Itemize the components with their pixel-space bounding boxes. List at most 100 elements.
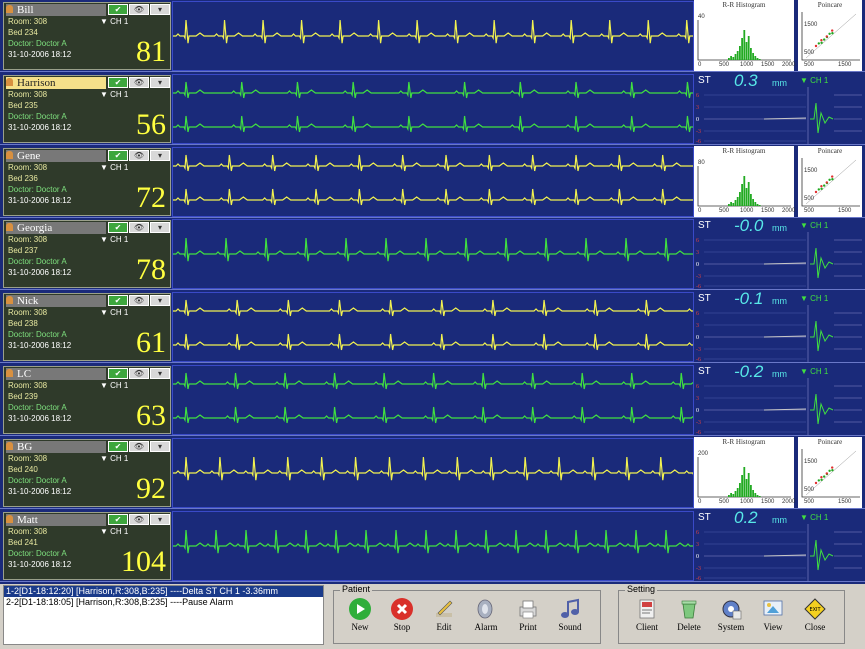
alarm-item[interactable]: 2-2[D1-18:18:05] [Harrison,R:308,B:235] …: [4, 597, 323, 608]
channel-selector[interactable]: ▼ CH 1: [100, 90, 128, 99]
histogram-bar: [732, 202, 735, 206]
monitor-toggle-button[interactable]: ✔: [108, 222, 128, 234]
alarm-button[interactable]: Alarm: [466, 597, 506, 632]
dropdown-button[interactable]: ▾: [150, 4, 170, 15]
st-scale-tick: -6: [696, 284, 701, 289]
patient-name[interactable]: Georgia: [6, 222, 106, 235]
monitor-toggle-button[interactable]: ✔: [108, 513, 128, 525]
alarm-list[interactable]: 1-2[D1-18:12:20] [Harrison,R:308,B:235] …: [3, 585, 324, 645]
patient-bed: Bed 234: [8, 28, 38, 37]
patient-info-panel[interactable]: LC ✔ 👁 ▾ ▼ CH 1 Room: 308 Bed 239 Doctor: Docto…: [3, 366, 171, 434]
patient-bed: Bed 241: [8, 537, 38, 547]
eye-icon[interactable]: 👁: [129, 149, 149, 161]
eye-icon[interactable]: 👁: [129, 222, 149, 234]
close-button[interactable]: EXIT Close: [795, 597, 835, 632]
patient-buttons: ✔ 👁 ▾: [108, 4, 170, 15]
poincare-x-tick: 500: [804, 62, 815, 68]
eye-icon[interactable]: 👁: [129, 368, 149, 379]
patient-info-panel[interactable]: Nick ✔ 👁 ▾ ▼ CH 1 Room: 308 Bed 238 Doctor: Doc…: [3, 293, 171, 362]
patient-row: BG ✔ 👁 ▾ ▼ CH 1 Room: 308 Bed 240 Doctor: Docto…: [0, 436, 865, 509]
patient-doctor: Doctor: Doctor A: [8, 111, 67, 121]
channel-selector[interactable]: ▼ CH 1: [100, 381, 128, 390]
channel-label: CH 1: [110, 17, 129, 26]
patient-datetime: 31-10-2006 18:12: [8, 195, 72, 205]
eye-icon[interactable]: 👁: [129, 295, 149, 307]
patient-info-panel[interactable]: Harrison ✔ 👁 ▾ ▼ CH 1 Room: 308 Bed 235 Doctor:…: [3, 74, 171, 143]
system-button[interactable]: System: [711, 597, 751, 632]
view-button[interactable]: View: [753, 597, 793, 632]
poincare-point: [820, 184, 823, 187]
ecg-waveform: [172, 510, 716, 581]
eye-icon[interactable]: 👁: [129, 76, 149, 88]
poincare-plot: Poincare 1500 500 500 1500: [798, 436, 862, 508]
ecg-trace: [173, 372, 702, 424]
patient-info-panel[interactable]: Georgia ✔ 👁 ▾ ▼ CH 1 Room: 308 Bed 237 Doctor: …: [3, 220, 171, 289]
patient-name[interactable]: LC: [6, 368, 106, 380]
client-button[interactable]: Client: [627, 597, 667, 632]
patient-name[interactable]: Gene: [6, 149, 106, 162]
poincare-point: [831, 466, 834, 469]
edit-button[interactable]: Edit: [424, 597, 464, 632]
monitor-toggle-button[interactable]: ✔: [108, 4, 128, 15]
eye-icon[interactable]: 👁: [129, 440, 149, 452]
st-scale-tick: 0: [696, 554, 699, 560]
histogram-x-tick: 500: [719, 207, 730, 214]
channel-label: CH 1: [110, 526, 129, 536]
monitor-toggle-button[interactable]: ✔: [108, 76, 128, 88]
histogram-bar: [752, 53, 754, 60]
dropdown-button[interactable]: ▾: [150, 368, 170, 379]
st-scale-tick: -6: [696, 139, 701, 144]
patient-info-panel[interactable]: BG ✔ 👁 ▾ ▼ CH 1 Room: 308 Bed 240 Doctor: Docto…: [3, 438, 171, 507]
histogram-bar: [754, 492, 757, 497]
patient-bed: Bed 236: [8, 173, 38, 183]
patient-name[interactable]: Matt: [6, 513, 106, 526]
channel-selector[interactable]: ▼ CH 1: [100, 527, 128, 536]
heart-rate-value: 78: [136, 253, 166, 287]
dropdown-button[interactable]: ▾: [150, 295, 170, 307]
patient-room: Room: 308: [8, 381, 48, 390]
new-button[interactable]: New: [340, 597, 380, 632]
dropdown-button[interactable]: ▾: [150, 440, 170, 452]
caret-down-icon: ▼: [100, 89, 111, 99]
patient-name[interactable]: Bill: [6, 4, 106, 16]
eye-icon[interactable]: 👁: [129, 4, 149, 15]
client-icon: [639, 599, 655, 619]
ecg-lead-1: [173, 238, 693, 262]
patient-name[interactable]: Harrison: [6, 76, 106, 89]
dropdown-button[interactable]: ▾: [150, 149, 170, 161]
dropdown-button[interactable]: ▾: [150, 222, 170, 234]
patient-info-panel[interactable]: Bill ✔ 👁 ▾ ▼ CH 1 Room: 308 Bed 234 Doctor: Doc…: [3, 2, 171, 70]
analysis-panel: ST 0.2 mm ▼ CH 1 6 3 0 -3 -6: [694, 508, 865, 581]
histogram-bar: [754, 201, 757, 206]
channel-selector[interactable]: ▼ CH 1: [100, 308, 128, 317]
st-scale-tick: 3: [696, 105, 699, 111]
monitor-toggle-button[interactable]: ✔: [108, 440, 128, 452]
patient-name[interactable]: BG: [6, 440, 106, 453]
patient-buttons: ✔ 👁 ▾: [108, 222, 170, 234]
histogram-x-tick: 2000: [782, 62, 796, 68]
dropdown-button[interactable]: ▾: [150, 76, 170, 88]
sound-button[interactable]: Sound: [550, 597, 590, 632]
monitor-toggle-button[interactable]: ✔: [108, 295, 128, 307]
print-button[interactable]: Print: [508, 597, 548, 632]
eye-icon[interactable]: 👁: [129, 513, 149, 525]
channel-selector[interactable]: ▼ CH 1: [100, 17, 128, 26]
patient-name[interactable]: Nick: [6, 295, 106, 308]
channel-selector[interactable]: ▼ CH 1: [100, 235, 128, 244]
stop-button[interactable]: Stop: [382, 597, 422, 632]
toolbar-button-label: Edit: [436, 622, 452, 632]
patient-doctor: Doctor: Doctor A: [8, 184, 67, 194]
channel-selector[interactable]: ▼ CH 1: [100, 163, 128, 172]
poincare-x-tick: 500: [804, 498, 815, 505]
channel-selector[interactable]: ▼ CH 1: [100, 454, 128, 463]
st-trend-chart: 6 3 0 -3 -6: [696, 86, 862, 144]
alarm-item[interactable]: 1-2[D1-18:12:20] [Harrison,R:308,B:235] …: [4, 586, 323, 597]
patient-buttons: ✔ 👁 ▾: [108, 149, 170, 161]
monitor-toggle-button[interactable]: ✔: [108, 149, 128, 161]
patient-info-panel[interactable]: Matt ✔ 👁 ▾ ▼ CH 1 Room: 308 Bed 241 Doctor: Doc…: [3, 511, 171, 580]
dropdown-button[interactable]: ▾: [150, 513, 170, 525]
patient-info-panel[interactable]: Gene ✔ 👁 ▾ ▼ CH 1 Room: 308 Bed 236 Doctor: Doc…: [3, 147, 171, 216]
monitor-toggle-button[interactable]: ✔: [108, 368, 128, 379]
delete-button[interactable]: Delete: [669, 597, 709, 632]
histogram-bar: [741, 474, 743, 497]
